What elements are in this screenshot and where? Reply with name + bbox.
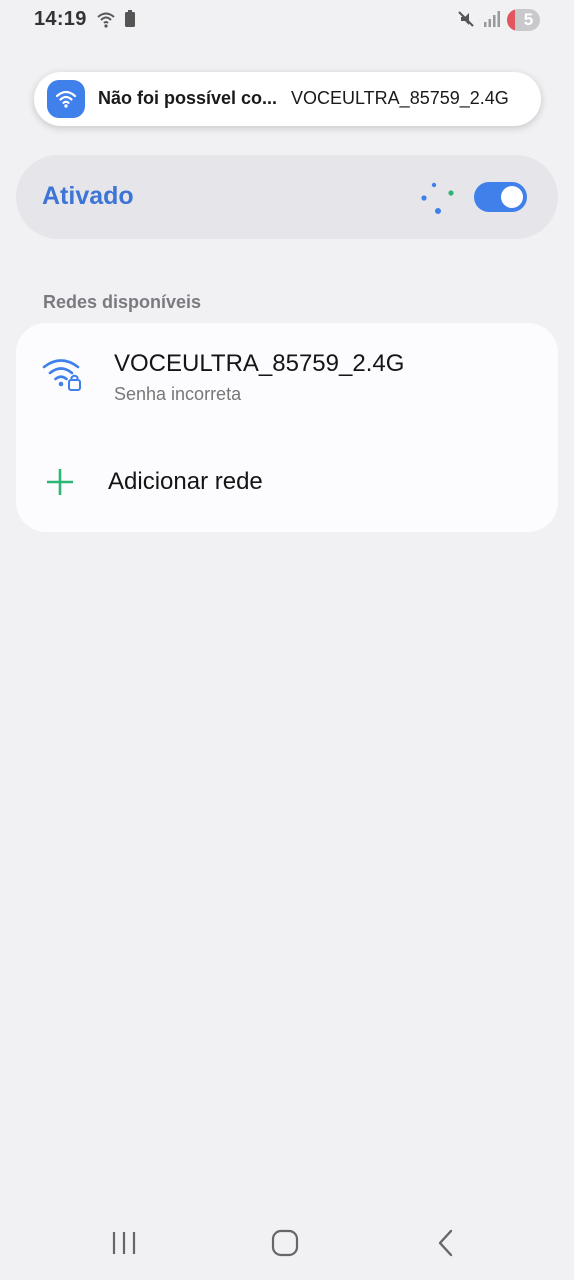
wifi-icon <box>96 9 116 34</box>
connection-failed-notification[interactable]: Não foi possível co... VOCEULTRA_85759_2… <box>34 72 541 126</box>
wifi-icon <box>47 80 85 118</box>
notification-title: Não foi possível co... <box>98 88 278 108</box>
add-network-label: Adicionar rede <box>108 468 263 495</box>
wifi-master-label: Ativado <box>42 182 134 210</box>
battery-icon <box>124 9 136 34</box>
network-name: VOCEULTRA_85759_2.4G <box>114 350 405 377</box>
mute-icon <box>456 9 476 34</box>
status-bar: 14:19 5 <box>0 0 574 40</box>
available-networks-header: Redes disponíveis <box>43 292 202 312</box>
back-icon[interactable] <box>434 1228 458 1258</box>
wifi-toggle[interactable] <box>474 182 527 212</box>
status-time: 14:19 <box>34 8 87 30</box>
signal-icon <box>481 9 501 34</box>
add-network-button[interactable]: Adicionar rede <box>16 445 558 517</box>
wifi-master-switch-card[interactable]: Ativado <box>16 155 558 239</box>
wifi-lock-icon <box>42 359 81 391</box>
recents-icon[interactable] <box>110 1228 138 1258</box>
network-item[interactable]: VOCEULTRA_85759_2.4G Senha incorreta <box>16 323 558 419</box>
home-icon[interactable] <box>270 1228 300 1258</box>
wifi-settings-screen: 14:19 5 Não foi possível co... VOCEULTRA… <box>0 0 574 1280</box>
network-status: Senha incorreta <box>114 384 242 404</box>
navigation-bar <box>0 1210 574 1280</box>
scanning-dots-icon <box>421 182 454 214</box>
available-networks-list: VOCEULTRA_85759_2.4G Senha incorreta Adi… <box>16 323 558 532</box>
notification-network-name: VOCEULTRA_85759_2.4G <box>291 88 509 108</box>
toggle-knob <box>501 186 523 208</box>
plus-icon <box>47 469 73 495</box>
notification-count-badge: 5 <box>507 9 540 31</box>
notification-count: 5 <box>523 10 534 29</box>
